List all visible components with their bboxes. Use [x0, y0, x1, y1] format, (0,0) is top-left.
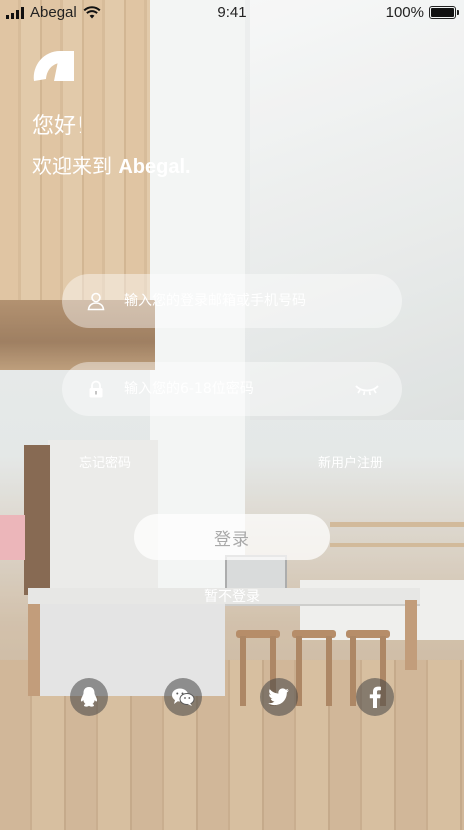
battery-percent: 100%	[385, 4, 424, 21]
user-icon	[87, 292, 105, 311]
wechat-icon	[172, 688, 195, 706]
twitter-icon	[268, 688, 289, 706]
lock-icon	[89, 380, 103, 398]
facebook-login-button[interactable]	[356, 678, 394, 716]
welcome-prefix: 欢迎来到	[32, 154, 119, 178]
facebook-icon	[369, 686, 381, 708]
welcome-text: 欢迎来到 Abegal.	[32, 150, 191, 179]
password-field[interactable]	[62, 362, 402, 416]
login-button[interactable]: 登录	[134, 514, 330, 560]
qq-login-button[interactable]	[70, 678, 108, 716]
account-field[interactable]	[62, 274, 402, 328]
brand-name: Abegal.	[118, 156, 191, 178]
login-screen: Abegal 9:41 100% 您好! 欢迎来到 Abegal. 输入您的登录…	[0, 0, 464, 830]
battery-icon	[429, 6, 459, 19]
qq-icon	[80, 687, 98, 707]
skip-login-link[interactable]: 暂不登录	[0, 586, 464, 606]
battery-level	[431, 8, 454, 17]
abegal-logo-icon	[33, 51, 74, 81]
wechat-login-button[interactable]	[164, 678, 202, 716]
status-right: 100%	[385, 4, 459, 21]
register-link[interactable]: 新用户注册	[318, 452, 383, 471]
forgot-password-link[interactable]: 忘记密码	[79, 452, 131, 471]
account-input[interactable]	[124, 274, 374, 328]
password-input[interactable]	[124, 362, 374, 416]
status-bar: Abegal 9:41 100%	[0, 0, 464, 26]
twitter-login-button[interactable]	[260, 678, 298, 716]
eye-closed-icon[interactable]	[354, 380, 380, 398]
greeting-text: 您好!	[32, 114, 85, 139]
